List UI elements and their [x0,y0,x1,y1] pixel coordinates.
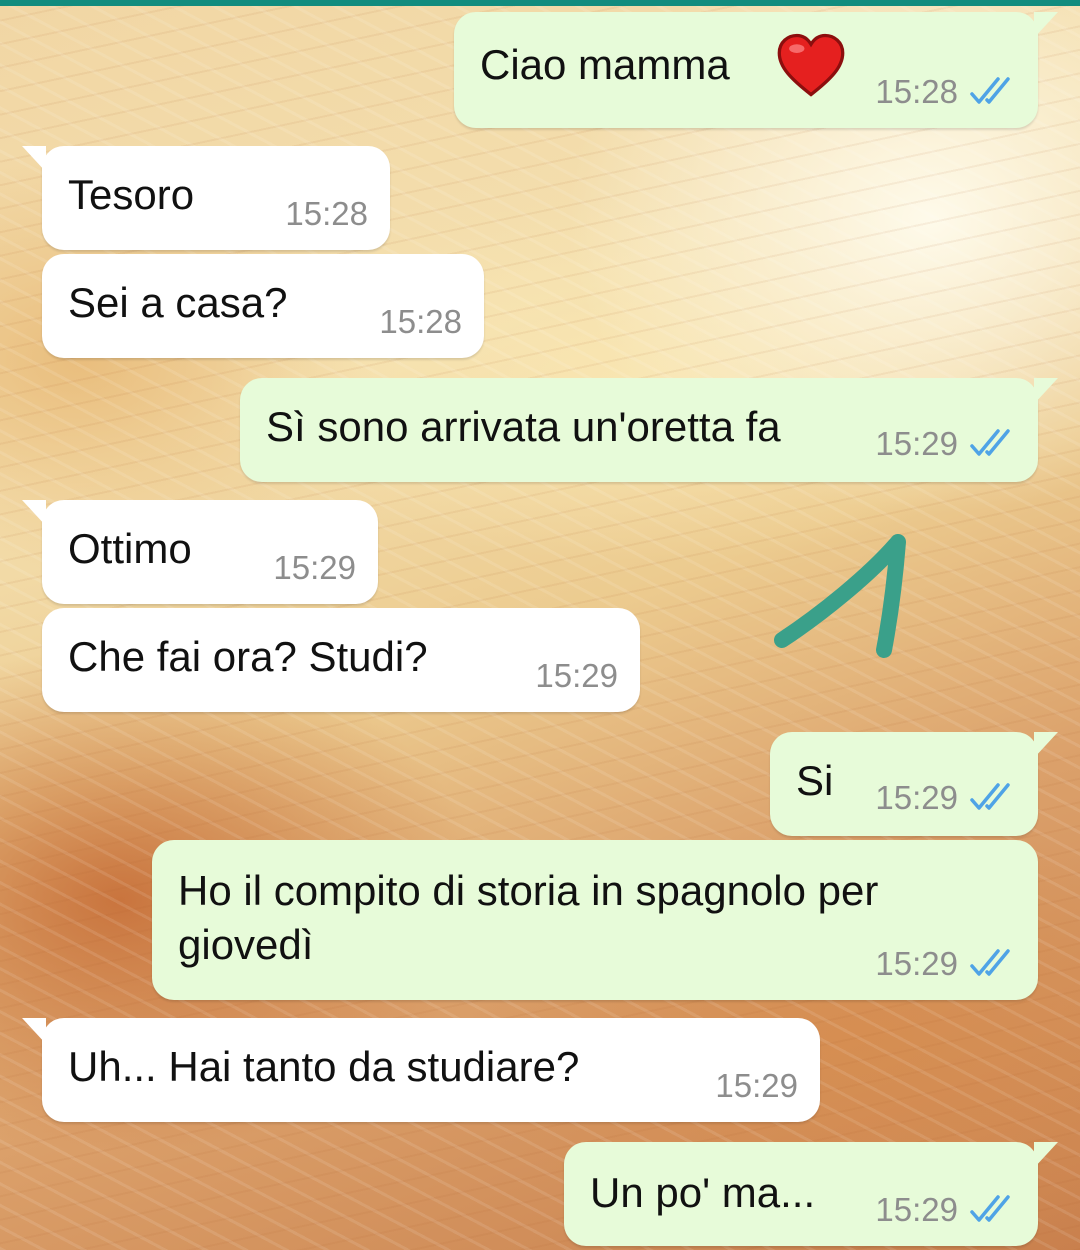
hand-drawn-arrow-icon [774,534,906,658]
message-bubble-incoming[interactable]: Sei a casa? 15:28 [42,254,484,358]
message-text: Sei a casa? [68,279,288,326]
message-text: Sì sono arrivata un'oretta fa [266,403,781,450]
message-time: 15:29 [273,549,356,586]
double-check-icon [970,77,1010,104]
message-bubble-incoming[interactable]: Che fai ora? Studi? 15:29 [42,608,640,712]
double-check-icon [970,783,1010,810]
message-time: 15:29 [875,945,958,982]
message-time: 15:28 [379,303,462,340]
message-bubble-incoming[interactable]: Ottimo 15:29 [22,500,378,604]
message-bubble-incoming[interactable]: Uh... Hai tanto da studiare? 15:29 [22,1018,820,1122]
message-bubble-incoming[interactable]: Tesoro 15:28 [22,146,390,250]
message-time: 15:29 [875,425,958,462]
double-check-icon [970,429,1010,456]
message-time: 15:29 [535,657,618,694]
message-text: Uh... Hai tanto da studiare? [68,1043,580,1090]
app-header-edge [0,0,1080,6]
message-text: Un po' ma... [590,1169,816,1216]
message-bubble-outgoing[interactable]: Ho il compito di storia in spagnolo per … [152,840,1038,1000]
message-bubble-outgoing[interactable]: Si 15:29 [770,732,1058,836]
message-time: 15:29 [875,779,958,816]
message-text: Si [796,757,834,804]
message-bubble-outgoing[interactable]: Sì sono arrivata un'oretta fa 15:29 [240,378,1058,482]
message-bubble-outgoing[interactable]: Un po' ma... 15:29 [564,1142,1058,1246]
message-text: Ho il compito di storia in spagnolo per … [178,867,879,968]
message-text: Che fai ora? Studi? [68,633,428,680]
message-text: Ottimo [68,525,192,572]
message-text: Ciao mamma [480,41,730,88]
double-check-icon [970,949,1010,976]
double-check-icon [970,1195,1010,1222]
message-time: 15:28 [285,195,368,232]
message-time: 15:29 [715,1067,798,1104]
message-time: 15:29 [875,1191,958,1228]
message-time: 15:28 [875,73,958,110]
message-bubble-outgoing[interactable]: Ciao mamma 15:28 [454,12,1058,128]
message-text: Tesoro [68,171,195,218]
red-heart-emoji [777,33,845,97]
